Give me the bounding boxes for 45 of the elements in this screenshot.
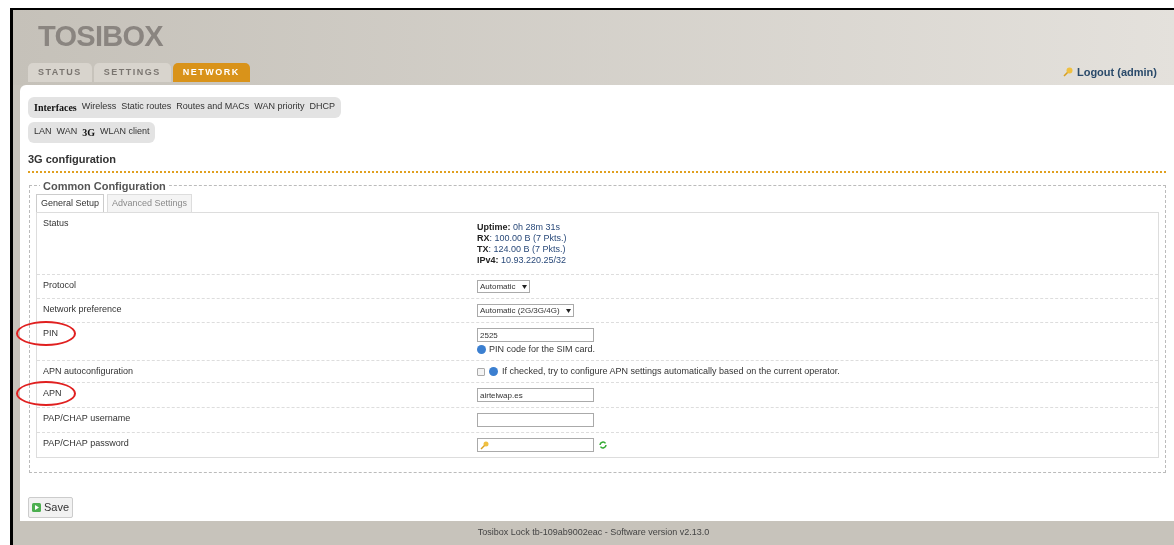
nav-link[interactable]: 3G: [82, 125, 95, 140]
nav-link[interactable]: Routes and MACs: [176, 100, 250, 115]
field-label: PAP/CHAP password: [43, 438, 129, 448]
input-field[interactable]: [477, 438, 594, 452]
status-line: TX: 124.00 B (7 Pkts.): [477, 244, 566, 255]
nav-link[interactable]: Wireless: [81, 100, 117, 115]
tosibox-logo: TOSIBOX: [38, 22, 163, 51]
field-label: APN: [43, 388, 62, 398]
caret-icon: [521, 284, 527, 289]
section-tab[interactable]: General Setup: [36, 193, 105, 212]
field-label: Network preference: [43, 304, 122, 314]
logout-link[interactable]: Logout (admin): [1076, 63, 1157, 80]
checkbox[interactable]: [477, 367, 485, 376]
field-label: PAP/CHAP username: [43, 413, 131, 423]
field-label: APN autoconfiguration: [43, 366, 134, 376]
key-icon: [1062, 66, 1073, 77]
section-heading: 3G configuration: [28, 152, 116, 167]
info-icon: [477, 345, 486, 354]
nav-link[interactable]: WLAN client: [99, 125, 150, 140]
hint-text: PIN code for the SIM card.: [489, 344, 596, 355]
refresh-icon[interactable]: [599, 441, 607, 449]
input-field[interactable]: 2525: [477, 328, 594, 342]
field-label: Status: [43, 218, 69, 228]
nav-link[interactable]: WAN: [56, 125, 78, 140]
caret-icon: [565, 308, 571, 313]
nav-link[interactable]: Static routes: [121, 100, 172, 115]
play-icon: [32, 502, 41, 512]
dropdown[interactable]: Automatic: [477, 280, 530, 293]
hint-text: If checked, try to configure APN settings automatically based on the current operator.: [502, 366, 840, 377]
footer-text: Tosibox Lock tb-109ab9002eac - Software version v2.13.0: [477, 526, 710, 540]
input-field[interactable]: airtelwap.es: [477, 388, 594, 402]
input-field[interactable]: [477, 413, 594, 427]
save-button[interactable]: Save: [28, 497, 74, 518]
nav-link[interactable]: LAN: [34, 125, 52, 140]
info-icon: [489, 367, 498, 376]
nav-link[interactable]: Interfaces: [34, 100, 77, 115]
key-icon: [480, 440, 489, 450]
field-label: PIN: [43, 328, 58, 338]
field-label: Protocol: [43, 280, 77, 290]
status-line: Uptime: 0h 28m 31s: [477, 222, 561, 233]
nav-link[interactable]: DHCP: [309, 100, 336, 115]
status-line: RX: 100.00 B (7 Pkts.): [477, 233, 567, 244]
dropdown[interactable]: Automatic (2G/3G/4G): [477, 304, 574, 317]
nav-link[interactable]: WAN priority: [254, 100, 305, 115]
status-line: IPv4: 10.93.220.25/32: [477, 255, 567, 266]
